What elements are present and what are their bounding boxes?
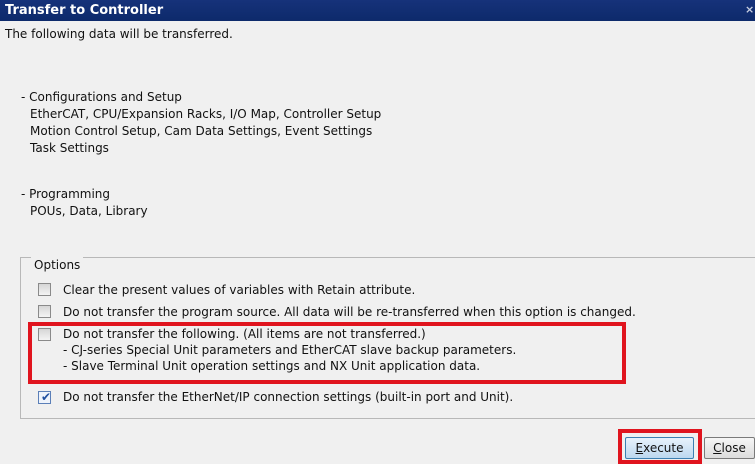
config-heading: - Configurations and Setup [21, 90, 182, 104]
close-icon[interactable]: × [745, 2, 755, 18]
programming-heading: - Programming [21, 187, 111, 201]
config-line: Motion Control Setup, Cam Data Settings,… [30, 124, 373, 138]
intro-text: The following data will be transferred. [5, 27, 233, 41]
option-label: Do not transfer the EtherNet/IP connecti… [63, 390, 514, 404]
config-line: Task Settings [30, 141, 109, 155]
no-ethernetip-checkbox[interactable]: ✔ [38, 390, 52, 404]
close-label: lose [721, 441, 746, 455]
dialog-title: Transfer to Controller [5, 3, 164, 18]
close-button[interactable]: Close [704, 437, 755, 459]
check-icon: ✔ [41, 390, 52, 404]
option-label: Clear the present values of variables wi… [63, 283, 416, 297]
execute-label: xecute [643, 441, 684, 455]
title-bar: Transfer to Controller × [0, 0, 755, 21]
no-program-source-checkbox[interactable] [38, 305, 51, 318]
transfer-dialog: Transfer to Controller × The following d… [0, 0, 755, 464]
highlight-box [28, 322, 626, 384]
execute-mnemonic: E [635, 441, 644, 455]
config-line: EtherCAT, CPU/Expansion Racks, I/O Map, … [30, 107, 382, 121]
close-mnemonic: C [713, 441, 722, 455]
retain-clear-checkbox[interactable] [38, 283, 51, 296]
execute-button[interactable]: Execute [625, 437, 694, 459]
options-legend: Options [31, 257, 84, 273]
option-label: Do not transfer the program source. All … [63, 305, 636, 319]
programming-line: POUs, Data, Library [30, 204, 148, 218]
